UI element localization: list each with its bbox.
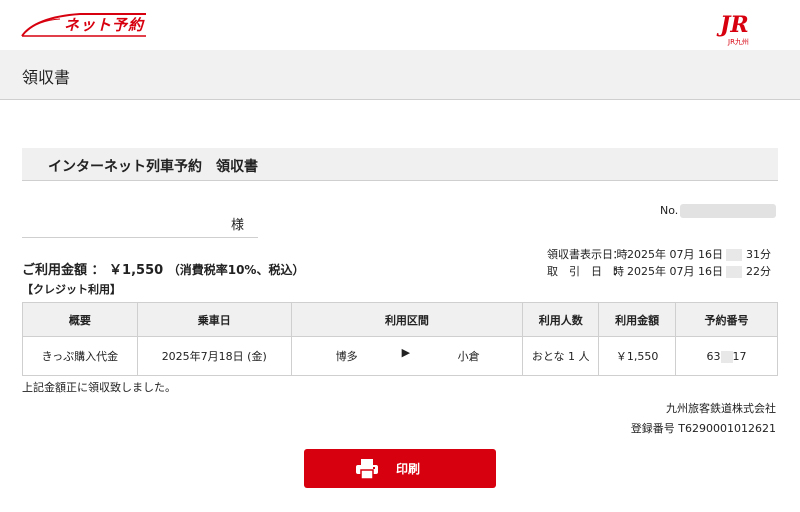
route-arrow-icon: ▶ bbox=[401, 346, 411, 359]
header-amount: 利用金額 bbox=[598, 302, 677, 337]
jr-sub-label: JR九州 bbox=[728, 38, 749, 46]
route-from: 博多 bbox=[335, 350, 358, 363]
registration-number: 登録番号 T6290001012621 bbox=[630, 422, 776, 435]
header-reservation: 予約番号 bbox=[675, 302, 778, 337]
issue-hour-redacted bbox=[726, 249, 743, 261]
company-block: 九州旅客鉄道株式会社 登録番号 T6290001012621 bbox=[631, 399, 776, 439]
route: 博多 ▶ 小倉 bbox=[292, 337, 523, 375]
issue-date-label: 領収書表示日 時 bbox=[547, 248, 628, 261]
cell-ride-date: 2025年7月18日 (金) bbox=[136, 336, 292, 376]
payment-method: 【クレジット利用】 bbox=[22, 283, 121, 296]
amount-label: ご利用金額 ： ￥1,550 bbox=[22, 263, 164, 278]
page-title: 領収書 bbox=[22, 68, 71, 87]
transaction-minute-value: 22分 bbox=[745, 265, 771, 278]
company-name: 九州旅客鉄道株式会社 bbox=[666, 402, 776, 415]
date-block: 領収書表示日 時 ： 2025年 07月 16日 31分 取 引 日 時 ： 2… bbox=[547, 246, 771, 280]
receipt-number: No. bbox=[660, 204, 777, 218]
reservation-redacted bbox=[720, 350, 733, 363]
transaction-hour-redacted bbox=[726, 266, 743, 278]
top-bar: ネット予約 JR JR九州 bbox=[0, 0, 800, 50]
total-amount: ご利用金額 ： ￥1,550 （消費税率10%、税込） bbox=[22, 259, 304, 278]
print-button[interactable]: 印刷 bbox=[304, 449, 496, 488]
issue-date-row: 領収書表示日 時 ： 2025年 07月 16日 31分 bbox=[547, 246, 771, 263]
page-title-band: 領収書 bbox=[0, 50, 800, 100]
issue-date-value: ： 2025年 07月 16日 bbox=[612, 248, 723, 261]
printer-icon bbox=[356, 459, 378, 479]
receipt-heading-band: インターネット列車予約 領収書 bbox=[22, 148, 778, 181]
cell-reservation: 63 17 bbox=[675, 336, 778, 376]
customer-name-line: 様 bbox=[22, 210, 258, 238]
print-label: 印刷 bbox=[396, 462, 421, 476]
table-row: きっぷ購入代金 2025年7月18日 (金) 博多 ▶ 小倉 おとな 1 人 ￥… bbox=[22, 336, 778, 376]
header-ride-date: 乗車日 bbox=[136, 302, 292, 337]
cell-people: おとな 1 人 bbox=[522, 336, 600, 376]
customer-suffix: 様 bbox=[230, 218, 244, 233]
transaction-date-label: 取 引 日 時 bbox=[547, 265, 624, 278]
header-summary: 概要 bbox=[22, 302, 138, 337]
transaction-date-value: ： 2025年 07月 16日 bbox=[612, 265, 723, 278]
net-yoyaku-logo[interactable]: ネット予約 bbox=[20, 10, 150, 40]
cell-summary: きっぷ購入代金 bbox=[22, 336, 138, 376]
cell-amount: ￥1,550 bbox=[598, 336, 677, 376]
header-people: 利用人数 bbox=[522, 302, 600, 337]
reservation-suffix: 17 bbox=[732, 349, 747, 363]
jr-mark: JR bbox=[720, 12, 749, 38]
amount-tax-note: （消費税率10%、税込） bbox=[167, 263, 305, 277]
reservation-prefix: 63 bbox=[706, 349, 721, 363]
receipt-heading: インターネット列車予約 領収書 bbox=[48, 159, 258, 175]
receipt-detail-table: 概要 乗車日 利用区間 利用人数 利用金額 予約番号 きっぷ購入代金 2025年… bbox=[22, 302, 778, 376]
table-header-row: 概要 乗車日 利用区間 利用人数 利用金額 予約番号 bbox=[22, 302, 778, 337]
cell-section: 博多 ▶ 小倉 bbox=[290, 336, 524, 376]
route-to: 小倉 bbox=[457, 350, 480, 363]
receipt-number-label: No. bbox=[660, 204, 679, 217]
receipt-number-redacted bbox=[680, 204, 777, 218]
receipt-note: 上記金額正に領収致しました。 bbox=[22, 381, 176, 394]
transaction-date-row: 取 引 日 時 ： 2025年 07月 16日 22分 bbox=[547, 263, 771, 280]
header-section: 利用区間 bbox=[290, 302, 524, 337]
issue-minute-value: 31分 bbox=[745, 248, 771, 261]
jr-kyushu-logo: JR JR九州 bbox=[718, 12, 768, 46]
logo-text: ネット予約 bbox=[64, 16, 145, 34]
